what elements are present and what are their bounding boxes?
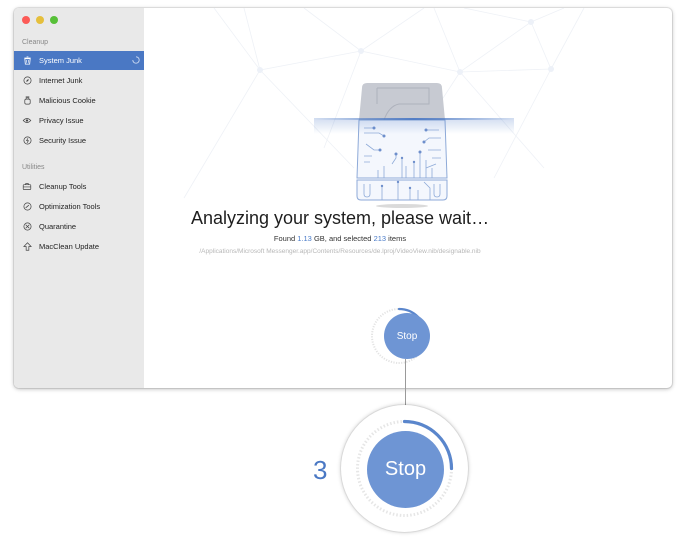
cookie-jar-icon (22, 96, 32, 106)
sidebar-item-privacy-issue[interactable]: Privacy Issue (14, 111, 144, 130)
traffic-lights (22, 16, 58, 24)
step-number: 3 (313, 455, 328, 485)
sidebar-item-cleanup-tools[interactable]: Cleanup Tools (14, 177, 144, 196)
trash-icon (22, 56, 32, 66)
stop-button[interactable]: Stop (384, 313, 430, 359)
callout-connector-line (405, 359, 406, 409)
close-button[interactable] (22, 16, 30, 24)
app-window: Cleanup System Junk Internet Junk Malici… (14, 8, 672, 388)
zoom-button[interactable] (50, 16, 58, 24)
status-title: Analyzing your system, please wait… (190, 208, 490, 228)
sidebar-item-system-junk[interactable]: System Junk (14, 51, 144, 70)
compass-icon (22, 76, 32, 86)
found-prefix: Found (273, 234, 298, 243)
section-utilities-label: Utilities (22, 164, 45, 171)
sidebar-item-label: Security Issue (39, 136, 87, 145)
minimize-button[interactable] (36, 16, 44, 24)
loading-spinner-icon (132, 56, 140, 64)
sidebar-item-malicious-cookie[interactable]: Malicious Cookie (14, 91, 144, 110)
sidebar-item-label: Privacy Issue (39, 116, 84, 125)
sidebar-item-label: System Junk (39, 56, 82, 65)
eye-icon (22, 116, 32, 126)
current-scan-path: /Applications/Microsoft Messenger.app/Co… (199, 248, 481, 255)
toolbox-icon (22, 182, 32, 192)
sidebar-item-label: Internet Junk (39, 76, 83, 85)
found-count: 213 (373, 234, 387, 243)
found-size: 1.13 (297, 234, 312, 243)
sidebar-item-label: Malicious Cookie (39, 96, 96, 105)
sidebar-item-internet-junk[interactable]: Internet Junk (14, 71, 144, 90)
found-summary: Found 1.13 GB, and selected 213 items (0, 234, 680, 243)
sidebar-item-label: Cleanup Tools (39, 182, 87, 191)
sidebar-item-security-issue[interactable]: Security Issue (14, 131, 144, 150)
shield-icon (22, 136, 32, 146)
callout-stop-button[interactable]: Stop (367, 431, 444, 508)
found-mid: GB, and selected (311, 234, 374, 243)
sidebar: Cleanup System Junk Internet Junk Malici… (14, 8, 144, 388)
disk-scan-illustration (314, 83, 514, 208)
section-cleanup-label: Cleanup (22, 39, 49, 46)
found-suffix: items (386, 234, 407, 243)
